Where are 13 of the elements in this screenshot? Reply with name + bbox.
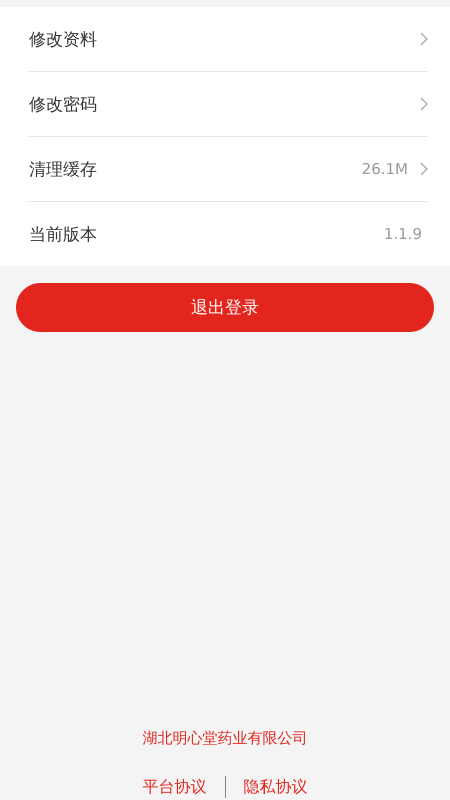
setting-label[interactable]: 清理缓存 xyxy=(29,158,97,180)
setting-value: 26.1M xyxy=(362,160,408,178)
setting-value: 1.1.9 xyxy=(384,225,422,243)
setting-label: 当前版本 xyxy=(29,224,97,246)
agreement-link[interactable]: 平台协议 xyxy=(142,776,206,798)
chevron-right-icon[interactable] xyxy=(420,32,428,46)
agreement-link[interactable]: 隐私协议 xyxy=(244,776,308,798)
chevron-right-icon[interactable] xyxy=(420,97,428,111)
logout-button[interactable]: 退出登录 xyxy=(16,283,434,332)
setting-label[interactable]: 修改资料 xyxy=(29,28,97,50)
chevron-right-icon[interactable] xyxy=(420,162,428,176)
company-name: 湖北明心堂药业有限公司 xyxy=(142,729,308,748)
setting-label[interactable]: 修改密码 xyxy=(29,92,97,116)
